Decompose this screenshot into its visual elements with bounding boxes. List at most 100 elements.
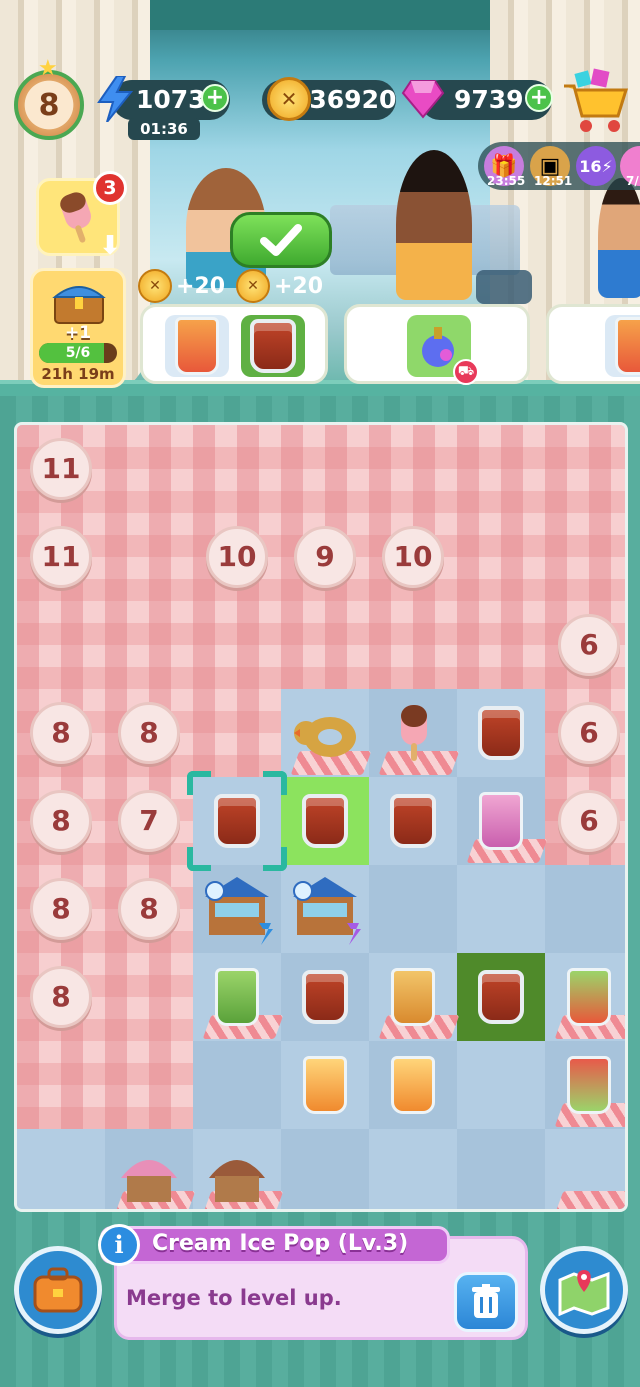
trash-icon [472, 1284, 500, 1318]
locked-cell[interactable] [369, 601, 457, 689]
order-reward-1-value: +20 [176, 273, 226, 299]
locked-cell[interactable] [105, 601, 193, 689]
locked-cell[interactable] [193, 601, 281, 689]
locked-cell[interactable] [17, 601, 105, 689]
locked-cell-level-badge: 8 [30, 790, 92, 852]
photo-frame-event-timer: 12:51 [534, 174, 573, 188]
locked-cell[interactable] [17, 1041, 105, 1129]
tropical-cocktail-icon [175, 317, 219, 375]
juice-glass-icon [250, 319, 296, 373]
locked-cell-level-badge: 10 [382, 526, 444, 588]
locked-cell[interactable] [457, 425, 545, 513]
map-button[interactable] [540, 1246, 628, 1334]
locked-cell[interactable] [281, 425, 369, 513]
popsicle-order-card[interactable]: ⬇ 3 [36, 171, 127, 261]
locked-cell-level-badge: 7 [118, 790, 180, 852]
juice-glass-item[interactable] [457, 689, 545, 777]
chest-progress-bar: 5/6 [39, 343, 117, 363]
board-cell[interactable] [457, 865, 545, 953]
energy-boost-event-icon[interactable]: 16 ⚡ [576, 146, 616, 186]
merge-board[interactable]: 11 11 10 9 10 6 8 8 6 8 7 6 8 8 8 [14, 422, 628, 1212]
board-cell[interactable] [281, 1129, 369, 1209]
order-card-1[interactable] [140, 304, 328, 384]
suitcase-icon [33, 1267, 83, 1313]
snack-stand-purple-item[interactable] [281, 865, 369, 953]
order-slot-cocktail [165, 315, 229, 377]
locked-cell-level-badge: 10 [206, 526, 268, 588]
inventory-button[interactable] [14, 1246, 102, 1334]
iced-orange-drink-item[interactable] [281, 1041, 369, 1129]
selection-brackets [187, 771, 287, 871]
locked-cell[interactable] [105, 513, 193, 601]
board-cell[interactable] [17, 1129, 105, 1209]
juice-glass-item[interactable] [281, 777, 369, 865]
candy-event-progress: 7/ [626, 174, 639, 188]
locked-cell-level-badge: 9 [294, 526, 356, 588]
add-energy-button[interactable]: + [201, 84, 229, 112]
arrow-down-icon: ⬇ [99, 231, 121, 261]
berry-smoothie-item[interactable] [457, 777, 545, 865]
treasure-chest-icon [52, 286, 106, 324]
covered-item[interactable] [545, 1129, 625, 1209]
add-gems-button[interactable]: + [525, 84, 553, 112]
ice-cream-cup-item[interactable] [193, 1129, 281, 1209]
locked-cell[interactable] [281, 601, 369, 689]
locked-cell[interactable] [193, 689, 281, 777]
locked-cell[interactable] [369, 425, 457, 513]
locked-cell[interactable] [105, 1041, 193, 1129]
order-slot-cocktail-2 [605, 315, 640, 377]
coin-icon: ✕ [266, 76, 312, 122]
locked-cell[interactable] [457, 601, 545, 689]
item-info-title: Cream Ice Pop (Lv.3) [152, 1231, 409, 1256]
fruit-cocktail-item[interactable] [545, 1041, 625, 1129]
snack-stand-blue-item[interactable] [193, 865, 281, 953]
locked-cell-level-badge: 6 [558, 702, 620, 764]
order-slot-juice [241, 315, 305, 377]
reward-chest-card[interactable]: +1 5/6 21h 19m [30, 268, 126, 388]
board-cell[interactable] [369, 865, 457, 953]
customer-woman-center[interactable] [396, 150, 472, 300]
deliver-order-button[interactable] [230, 212, 332, 268]
order-card-2[interactable]: ⛟ [344, 304, 530, 385]
map-icon [558, 1270, 610, 1316]
lemon-tea-item[interactable] [369, 953, 457, 1041]
board-cell[interactable] [193, 1041, 281, 1129]
juice-glass-item[interactable] [369, 777, 457, 865]
green-drink-item[interactable] [193, 953, 281, 1041]
locked-cell-level-badge: 6 [558, 790, 620, 852]
locked-cell[interactable] [105, 953, 193, 1041]
locked-cell-level-badge: 11 [30, 438, 92, 500]
customer-man-right[interactable] [598, 178, 640, 298]
energy-timer: 01:36 [128, 118, 200, 140]
player-level: 8 [38, 88, 60, 123]
shop-cart-icon[interactable] [560, 68, 630, 134]
locked-cell-level-badge: 11 [30, 526, 92, 588]
juice-glass-item[interactable] [457, 953, 545, 1041]
board-cell[interactable] [545, 865, 625, 953]
pink-cupcake-item[interactable] [105, 1129, 193, 1209]
tropical-cocktail-icon [615, 317, 640, 375]
locked-cell[interactable] [105, 425, 193, 513]
mojito-item[interactable] [545, 953, 625, 1041]
lucky-charm-icon [476, 270, 532, 304]
board-cell[interactable] [369, 1129, 457, 1209]
iced-orange-drink-item[interactable] [369, 1041, 457, 1129]
coin-icon: ✕ [236, 269, 270, 303]
juice-glass-item[interactable] [281, 953, 369, 1041]
trash-button[interactable] [454, 1272, 518, 1332]
locked-cell[interactable] [457, 513, 545, 601]
info-icon[interactable]: i [98, 1224, 140, 1266]
order-reward-1: ✕ +20 [138, 268, 225, 304]
locked-cell[interactable] [545, 425, 625, 513]
energy-value: 1073 [136, 85, 206, 114]
board-cell[interactable] [457, 1129, 545, 1209]
window-frame [140, 0, 500, 30]
locked-cell[interactable] [545, 513, 625, 601]
order-card-3[interactable] [546, 304, 640, 384]
cream-ice-pop-item[interactable] [369, 689, 457, 777]
duck-float-item[interactable] [281, 689, 369, 777]
board-cell[interactable] [457, 1041, 545, 1129]
locked-cell-level-badge: 8 [30, 702, 92, 764]
chest-bonus: +1 [64, 323, 92, 343]
locked-cell[interactable] [193, 425, 281, 513]
